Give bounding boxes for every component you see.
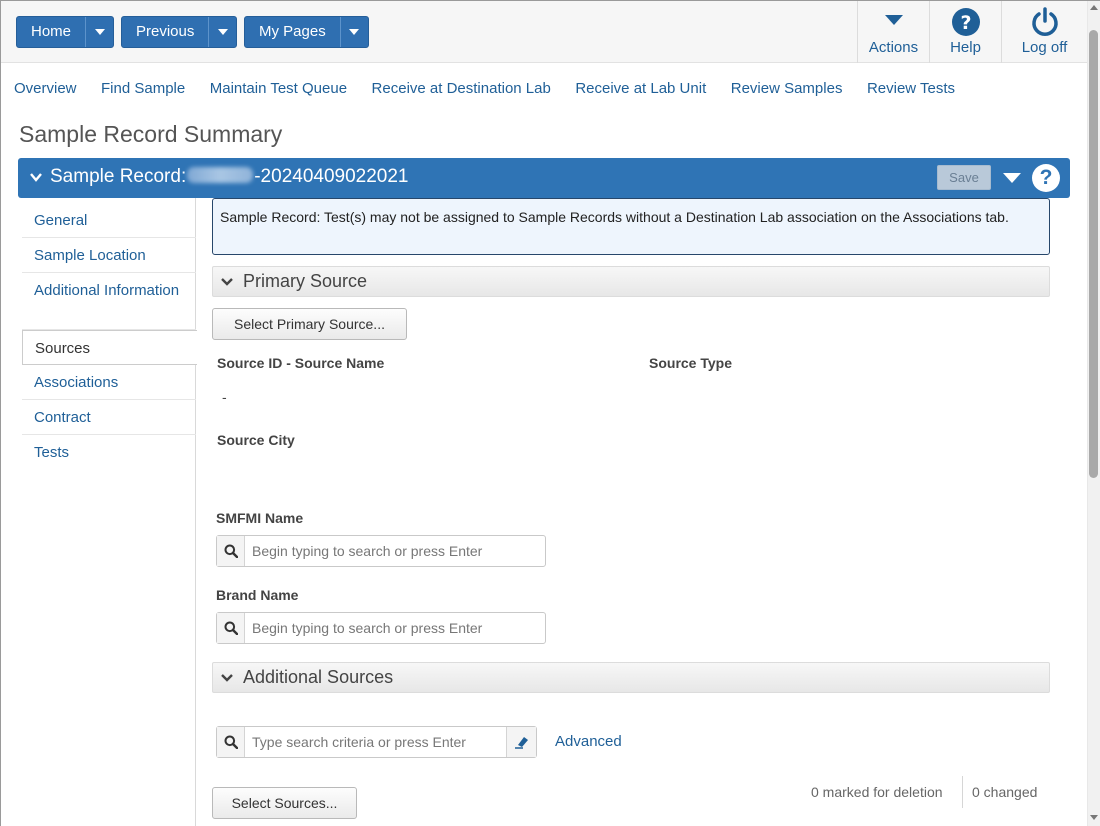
scroll-up-arrow-icon[interactable] [1090, 5, 1098, 10]
search-icon [217, 536, 245, 566]
eraser-icon[interactable] [506, 727, 536, 757]
chevron-down-icon [94, 29, 105, 35]
brand-name-label: Brand Name [216, 587, 299, 603]
page-title: Sample Record Summary [19, 121, 283, 147]
select-sources-button[interactable]: Select Sources... [212, 787, 357, 819]
nav-link-review-samples[interactable]: Review Samples [731, 80, 843, 97]
module-nav: Overview Find Sample Maintain Test Queue… [14, 80, 980, 97]
help-label: Help [950, 39, 981, 56]
help-button[interactable]: ? Help [929, 1, 1001, 63]
caret-down-icon [858, 1, 929, 37]
tab-sample-location[interactable]: Sample Location [22, 238, 196, 273]
top-toolbar: Home Previous My Pages Actions ? Help Lo… [1, 1, 1087, 63]
sources-search-box[interactable] [216, 726, 537, 758]
tab-contract[interactable]: Contract [22, 400, 196, 435]
nav-link-find-sample[interactable]: Find Sample [101, 80, 185, 97]
home-dropdown-toggle[interactable] [85, 17, 113, 47]
smfmi-name-label: SMFMI Name [216, 510, 304, 526]
save-button[interactable]: Save [937, 165, 991, 190]
help-icon[interactable]: ? [1032, 164, 1060, 192]
record-label: Sample Record: [50, 166, 187, 187]
advanced-search-link[interactable]: Advanced [555, 733, 622, 750]
record-id: -20240409022021 [254, 166, 409, 187]
search-icon [217, 613, 245, 643]
nav-link-review-tests[interactable]: Review Tests [867, 80, 955, 97]
actions-button[interactable]: Actions [857, 1, 929, 63]
additional-sources-section-header[interactable]: Additional Sources [212, 662, 1050, 693]
select-primary-source-button[interactable]: Select Primary Source... [212, 308, 407, 340]
chevron-down-icon [221, 278, 233, 286]
counts-divider [962, 776, 963, 808]
collapse-chevron-icon[interactable] [30, 171, 42, 183]
redacted-id [187, 167, 254, 183]
actions-label: Actions [868, 39, 919, 56]
primary-source-section-header[interactable]: Primary Source [212, 266, 1050, 297]
source-type-label: Source Type [649, 355, 732, 371]
changed-count: 0 changed [972, 784, 1038, 800]
scrollbar-thumb[interactable] [1089, 30, 1098, 478]
logoff-label: Log off [1021, 39, 1068, 56]
previous-split-button[interactable]: Previous [121, 16, 238, 48]
source-id-label: Source ID - Source Name [217, 355, 385, 371]
smfmi-search-box[interactable] [216, 535, 546, 567]
source-city-label: Source City [217, 432, 295, 448]
svg-text:?: ? [960, 12, 971, 34]
marked-for-deletion-count: 0 marked for deletion [811, 784, 943, 800]
home-button[interactable]: Home [17, 17, 85, 47]
record-title: Sample Record: -20240409022021 [50, 166, 409, 188]
mypages-dropdown-toggle[interactable] [339, 17, 368, 47]
search-icon [217, 727, 245, 757]
record-tabs: General Sample Location Additional Infor… [22, 203, 197, 470]
help-icon: ? [930, 1, 1001, 37]
chevron-down-icon [349, 29, 360, 35]
record-header: Sample Record: -20240409022021 Save ? [18, 158, 1070, 198]
previous-dropdown-toggle[interactable] [208, 17, 236, 47]
section-title: Primary Source [243, 271, 368, 291]
logoff-button[interactable]: Log off [1001, 1, 1087, 63]
source-id-value: - [222, 389, 227, 405]
nav-link-maintain-test-queue[interactable]: Maintain Test Queue [210, 80, 347, 97]
tab-sources[interactable]: Sources [22, 330, 197, 365]
nav-link-receive-destination-lab[interactable]: Receive at Destination Lab [372, 80, 551, 97]
nav-link-overview[interactable]: Overview [14, 80, 77, 97]
power-icon [1002, 1, 1087, 37]
nav-link-receive-lab-unit[interactable]: Receive at Lab Unit [575, 80, 706, 97]
tab-associations[interactable]: Associations [22, 365, 196, 400]
home-split-button[interactable]: Home [16, 16, 115, 48]
chevron-down-icon [221, 674, 233, 682]
tab-general[interactable]: General [22, 203, 196, 238]
mypages-split-button[interactable]: My Pages [244, 16, 369, 48]
mypages-button[interactable]: My Pages [245, 17, 340, 47]
sources-search-input[interactable] [245, 727, 506, 757]
brand-search-box[interactable] [216, 612, 546, 644]
scroll-down-arrow-icon[interactable] [1090, 815, 1098, 820]
info-notice: Sample Record: Test(s) may not be assign… [212, 198, 1050, 255]
previous-button[interactable]: Previous [122, 17, 208, 47]
caret-down-icon[interactable] [1003, 173, 1021, 183]
chevron-down-icon [217, 29, 228, 35]
tab-additional-information[interactable]: Additional Information [22, 273, 196, 330]
brand-search-input[interactable] [245, 613, 545, 643]
smfmi-search-input[interactable] [245, 536, 545, 566]
tab-tests[interactable]: Tests [22, 435, 196, 470]
section-title: Additional Sources [243, 667, 394, 687]
